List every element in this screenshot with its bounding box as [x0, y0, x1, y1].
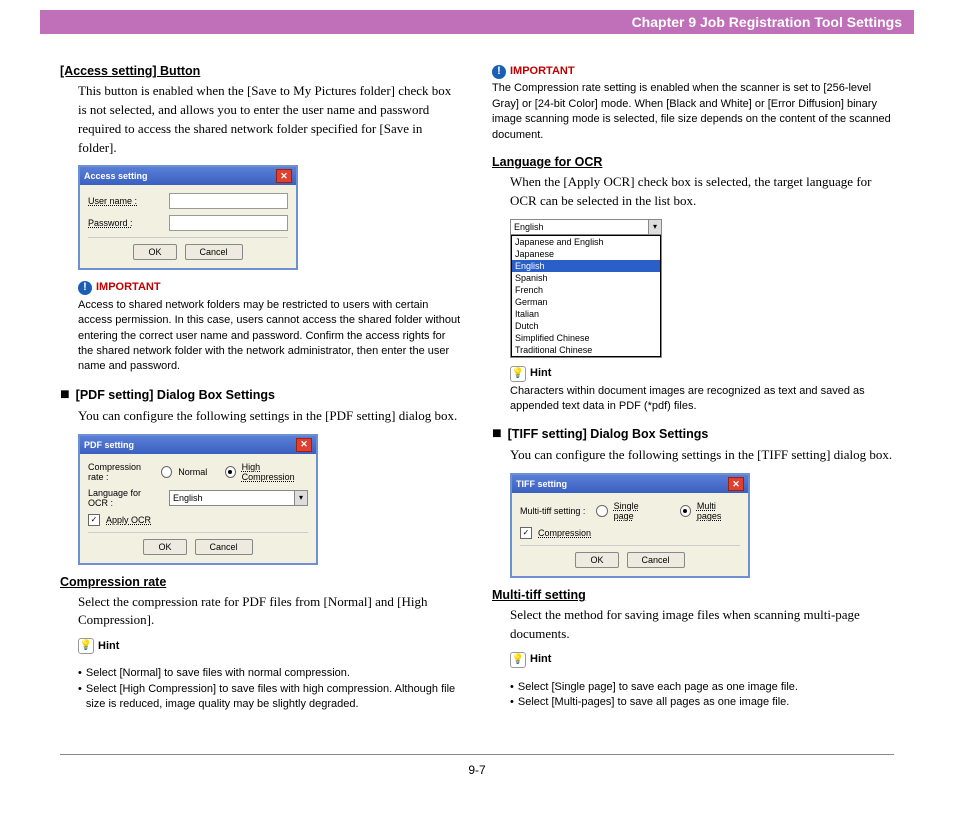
- password-input[interactable]: [169, 215, 288, 231]
- lang-ocr-title: Language for OCR: [492, 155, 894, 169]
- ok-button[interactable]: OK: [133, 244, 176, 260]
- multi-tiff-title: Multi-tiff setting: [492, 588, 894, 602]
- compression-rate-label: Compression rate :: [88, 462, 155, 482]
- pdf-body: You can configure the following settings…: [78, 407, 462, 426]
- important-label: IMPORTANT: [96, 280, 161, 295]
- lang-ocr-body: When the [Apply OCR] check box is select…: [510, 173, 894, 211]
- access-setting-title: [Access setting] Button: [60, 64, 462, 78]
- lang-dropdown[interactable]: English ▾: [169, 490, 308, 506]
- list-item[interactable]: Japanese: [512, 248, 660, 260]
- tiff-section-title: ■ [TIFF setting] Dialog Box Settings: [492, 426, 894, 442]
- chevron-down-icon: ▾: [648, 220, 661, 234]
- important-icon: !: [78, 281, 92, 295]
- chevron-down-icon: ▾: [294, 491, 307, 505]
- hint-icon: 💡: [78, 638, 94, 654]
- compression-body: Select the compression rate for PDF file…: [78, 593, 462, 631]
- hint-icon: 💡: [510, 652, 526, 668]
- hint-bullet: •Select [Multi-pages] to save all pages …: [510, 695, 894, 710]
- list-item[interactable]: French: [512, 284, 660, 296]
- list-item[interactable]: Spanish: [512, 272, 660, 284]
- square-bullet-icon: ■: [60, 387, 70, 403]
- hint-label: Hint: [530, 366, 551, 381]
- content-columns: [Access setting] Button This button is e…: [0, 64, 954, 724]
- list-item[interactable]: English: [512, 260, 660, 272]
- hint-bullet: •Select [Normal] to save files with norm…: [78, 666, 462, 681]
- multi-tiff-body: Select the method for saving image files…: [510, 606, 894, 644]
- hint-bullet: •Select [Single page] to save each page …: [510, 680, 894, 695]
- access-important-note: ! IMPORTANT Access to shared network fol…: [78, 280, 462, 374]
- lang-options: Japanese and English Japanese English Sp…: [511, 235, 661, 357]
- square-bullet-icon: ■: [492, 426, 502, 442]
- list-item[interactable]: Italian: [512, 308, 660, 320]
- compression-checkbox[interactable]: ✓: [520, 527, 532, 539]
- right-column: ! IMPORTANT The Compression rate setting…: [492, 64, 894, 724]
- hint-icon: 💡: [510, 366, 526, 382]
- hint-text: Characters within document images are re…: [510, 384, 894, 415]
- right-important-note: ! IMPORTANT The Compression rate setting…: [492, 64, 894, 143]
- hint-label: Hint: [98, 639, 119, 654]
- tiff-setting-dialog: TIFF setting ✕ Multi-tiff setting : Sing…: [510, 473, 750, 578]
- left-column: [Access setting] Button This button is e…: [60, 64, 462, 724]
- important-label: IMPORTANT: [510, 64, 575, 79]
- access-setting-dialog: Access setting ✕ User name : Password : …: [78, 165, 298, 270]
- hint-label: Hint: [530, 652, 551, 667]
- pdf-section-title: ■ [PDF setting] Dialog Box Settings: [60, 387, 462, 403]
- hint-bullet: •Select [High Compression] to save files…: [78, 682, 462, 713]
- lang-for-ocr-label: Language for OCR :: [88, 488, 163, 508]
- list-item[interactable]: Japanese and English: [512, 236, 660, 248]
- tiff-body: You can configure the following settings…: [510, 446, 894, 465]
- multi-tiff-label: Multi-tiff setting :: [520, 506, 590, 516]
- high-radio-label: High Compression: [242, 462, 308, 482]
- ok-button[interactable]: OK: [143, 539, 186, 555]
- dialog-title-text: PDF setting: [84, 440, 134, 450]
- normal-radio-label: Normal: [178, 467, 207, 477]
- access-setting-body: This button is enabled when the [Save to…: [78, 82, 462, 157]
- list-item[interactable]: Traditional Chinese: [512, 344, 660, 356]
- close-icon[interactable]: ✕: [728, 477, 744, 491]
- username-label: User name :: [88, 196, 163, 206]
- password-label: Password :: [88, 218, 163, 228]
- lang-listbox-value[interactable]: English ▾: [511, 220, 661, 235]
- list-item[interactable]: Dutch: [512, 320, 660, 332]
- multi-tiff-hint: 💡 Hint: [510, 652, 894, 668]
- apply-ocr-label: Apply OCR: [106, 515, 151, 525]
- cancel-button[interactable]: Cancel: [627, 552, 685, 568]
- single-page-label: Single page: [614, 501, 659, 521]
- single-page-radio[interactable]: [596, 505, 607, 517]
- list-item[interactable]: Simplified Chinese: [512, 332, 660, 344]
- list-item[interactable]: German: [512, 296, 660, 308]
- chapter-header: Chapter 9 Job Registration Tool Settings: [40, 10, 914, 34]
- close-icon[interactable]: ✕: [296, 438, 312, 452]
- high-radio[interactable]: [225, 466, 236, 478]
- dialog-title-text: TIFF setting: [516, 479, 567, 489]
- important-icon: !: [492, 65, 506, 79]
- important-text: The Compression rate setting is enabled …: [492, 81, 894, 143]
- page-number: 9-7: [60, 754, 894, 777]
- close-icon[interactable]: ✕: [276, 169, 292, 183]
- normal-radio[interactable]: [161, 466, 172, 478]
- lang-listbox[interactable]: English ▾ Japanese and English Japanese …: [510, 219, 662, 358]
- dialog-title-text: Access setting: [84, 171, 148, 181]
- apply-ocr-checkbox[interactable]: ✓: [88, 514, 100, 526]
- pdf-setting-dialog: PDF setting ✕ Compression rate : Normal …: [78, 434, 318, 565]
- ok-button[interactable]: OK: [575, 552, 618, 568]
- dialog-titlebar: Access setting ✕: [80, 167, 296, 185]
- multi-pages-label: Multi pages: [697, 501, 740, 521]
- document-page: Chapter 9 Job Registration Tool Settings…: [0, 10, 954, 797]
- multi-pages-radio[interactable]: [680, 505, 691, 517]
- compression-rate-title: Compression rate: [60, 575, 462, 589]
- lang-hint: 💡 Hint Characters within document images…: [510, 366, 894, 415]
- username-input[interactable]: [169, 193, 288, 209]
- compression-hint: 💡 Hint: [78, 638, 462, 654]
- important-text: Access to shared network folders may be …: [78, 298, 462, 375]
- compression-label: Compression: [538, 528, 591, 538]
- cancel-button[interactable]: Cancel: [195, 539, 253, 555]
- cancel-button[interactable]: Cancel: [185, 244, 243, 260]
